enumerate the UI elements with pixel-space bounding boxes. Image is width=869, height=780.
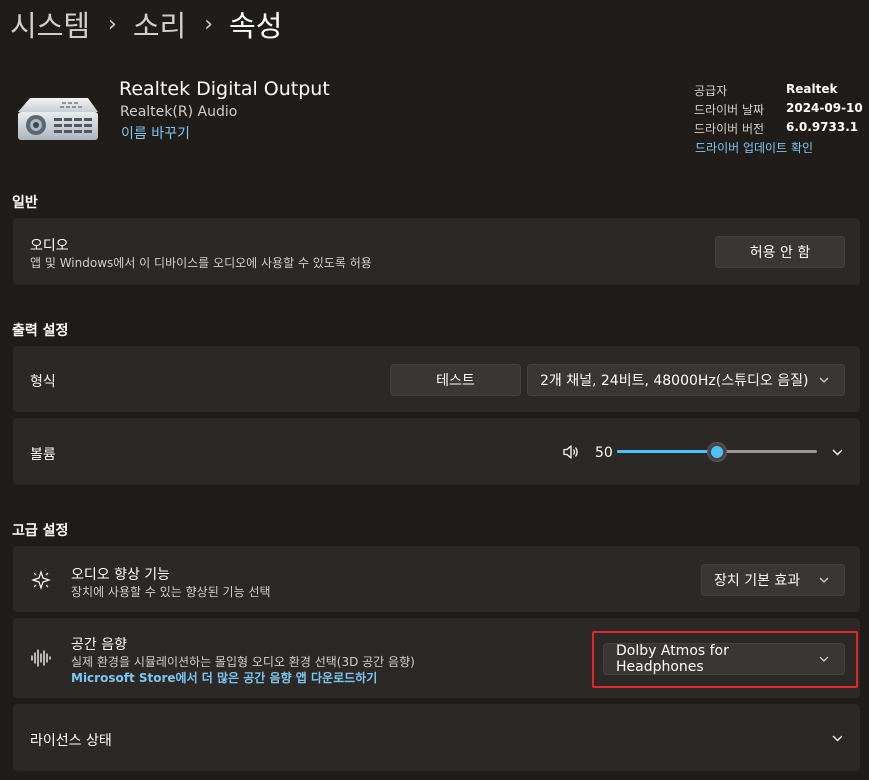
- spatial-sound-title: 공간 음향: [71, 637, 127, 653]
- rename-link[interactable]: 이름 바꾸기: [121, 123, 190, 143]
- license-status-card[interactable]: 라이선스 상태: [13, 704, 860, 771]
- volume-value: 50: [595, 445, 613, 461]
- soundwave-icon: [31, 649, 51, 667]
- format-dropdown[interactable]: 2개 채널, 24비트, 48000Hz(스튜디오 음질): [527, 364, 845, 396]
- device-name: Realtek Digital Output: [119, 78, 330, 100]
- breadcrumb-sound[interactable]: 소리: [133, 3, 186, 45]
- sparkle-enhance-icon: [31, 570, 51, 590]
- volume-slider-thumb[interactable]: [707, 442, 727, 462]
- enhancements-description: 장치에 사용할 수 있는 향상된 기능 선택: [71, 585, 271, 599]
- driver-date-value: 2024-09-10: [786, 101, 863, 115]
- audio-title: 오디오: [30, 238, 69, 254]
- section-heading-general: 일반: [12, 195, 38, 211]
- enhancements-dropdown[interactable]: 장치 기본 효과: [701, 564, 845, 596]
- volume-title: 볼륨: [30, 447, 56, 463]
- breadcrumb-separator: ›: [108, 11, 117, 37]
- chevron-down-icon[interactable]: [831, 732, 844, 744]
- breadcrumb-system[interactable]: 시스템: [10, 3, 90, 45]
- format-card: 형식 테스트 2개 채널, 24비트, 48000Hz(스튜디오 음질): [13, 346, 860, 412]
- chevron-down-icon: [819, 377, 829, 383]
- spatial-sound-description: 실제 환경을 시뮬레이션하는 몰입형 오디오 환경 선택(3D 공간 음향): [71, 655, 415, 669]
- enhancements-card: 오디오 향상 기능 장치에 사용할 수 있는 향상된 기능 선택 장치 기본 효…: [13, 546, 860, 612]
- speaker-volume-icon[interactable]: [562, 443, 580, 461]
- format-title: 형식: [30, 374, 56, 390]
- section-heading-output: 출력 설정: [12, 323, 69, 339]
- audio-description: 앱 및 Windows에서 이 디바이스를 오디오에 사용할 수 있도록 허용: [30, 256, 372, 270]
- provider-value: Realtek: [786, 82, 838, 96]
- store-download-link[interactable]: Microsoft Store에서 더 많은 공간 음향 앱 다운로드하기: [71, 669, 377, 686]
- format-dropdown-value: 2개 채널, 24비트, 48000Hz(스튜디오 음질): [540, 373, 809, 389]
- enhancements-title: 오디오 향상 기능: [71, 567, 171, 583]
- chevron-down-icon: [819, 577, 829, 583]
- highlight-box: [592, 631, 858, 688]
- dont-allow-button[interactable]: 허용 안 함: [715, 236, 845, 268]
- provider-label: 공급자: [694, 84, 728, 98]
- audio-card: 오디오 앱 및 Windows에서 이 디바이스를 오디오에 사용할 수 있도록…: [13, 218, 860, 285]
- driver-date-label: 드라이버 날짜: [694, 103, 765, 117]
- page-title: 속성: [229, 9, 283, 43]
- driver-version-value: 6.0.9733.1: [786, 120, 859, 134]
- device-driver-name: Realtek(R) Audio: [120, 104, 238, 120]
- enhancements-dropdown-value: 장치 기본 효과: [714, 573, 801, 589]
- volume-slider-fill: [617, 450, 717, 453]
- section-heading-advanced: 고급 설정: [12, 523, 69, 539]
- speaker-device-icon: [16, 94, 100, 144]
- license-status-title: 라이선스 상태: [30, 733, 112, 749]
- chevron-down-icon[interactable]: [831, 446, 844, 458]
- breadcrumb: 시스템 › 소리 › 속성: [10, 4, 282, 44]
- test-button[interactable]: 테스트: [390, 364, 521, 396]
- breadcrumb-separator: ›: [204, 11, 214, 37]
- driver-version-label: 드라이버 버전: [694, 122, 765, 136]
- driver-update-link[interactable]: 드라이버 업데이트 확인: [695, 139, 813, 156]
